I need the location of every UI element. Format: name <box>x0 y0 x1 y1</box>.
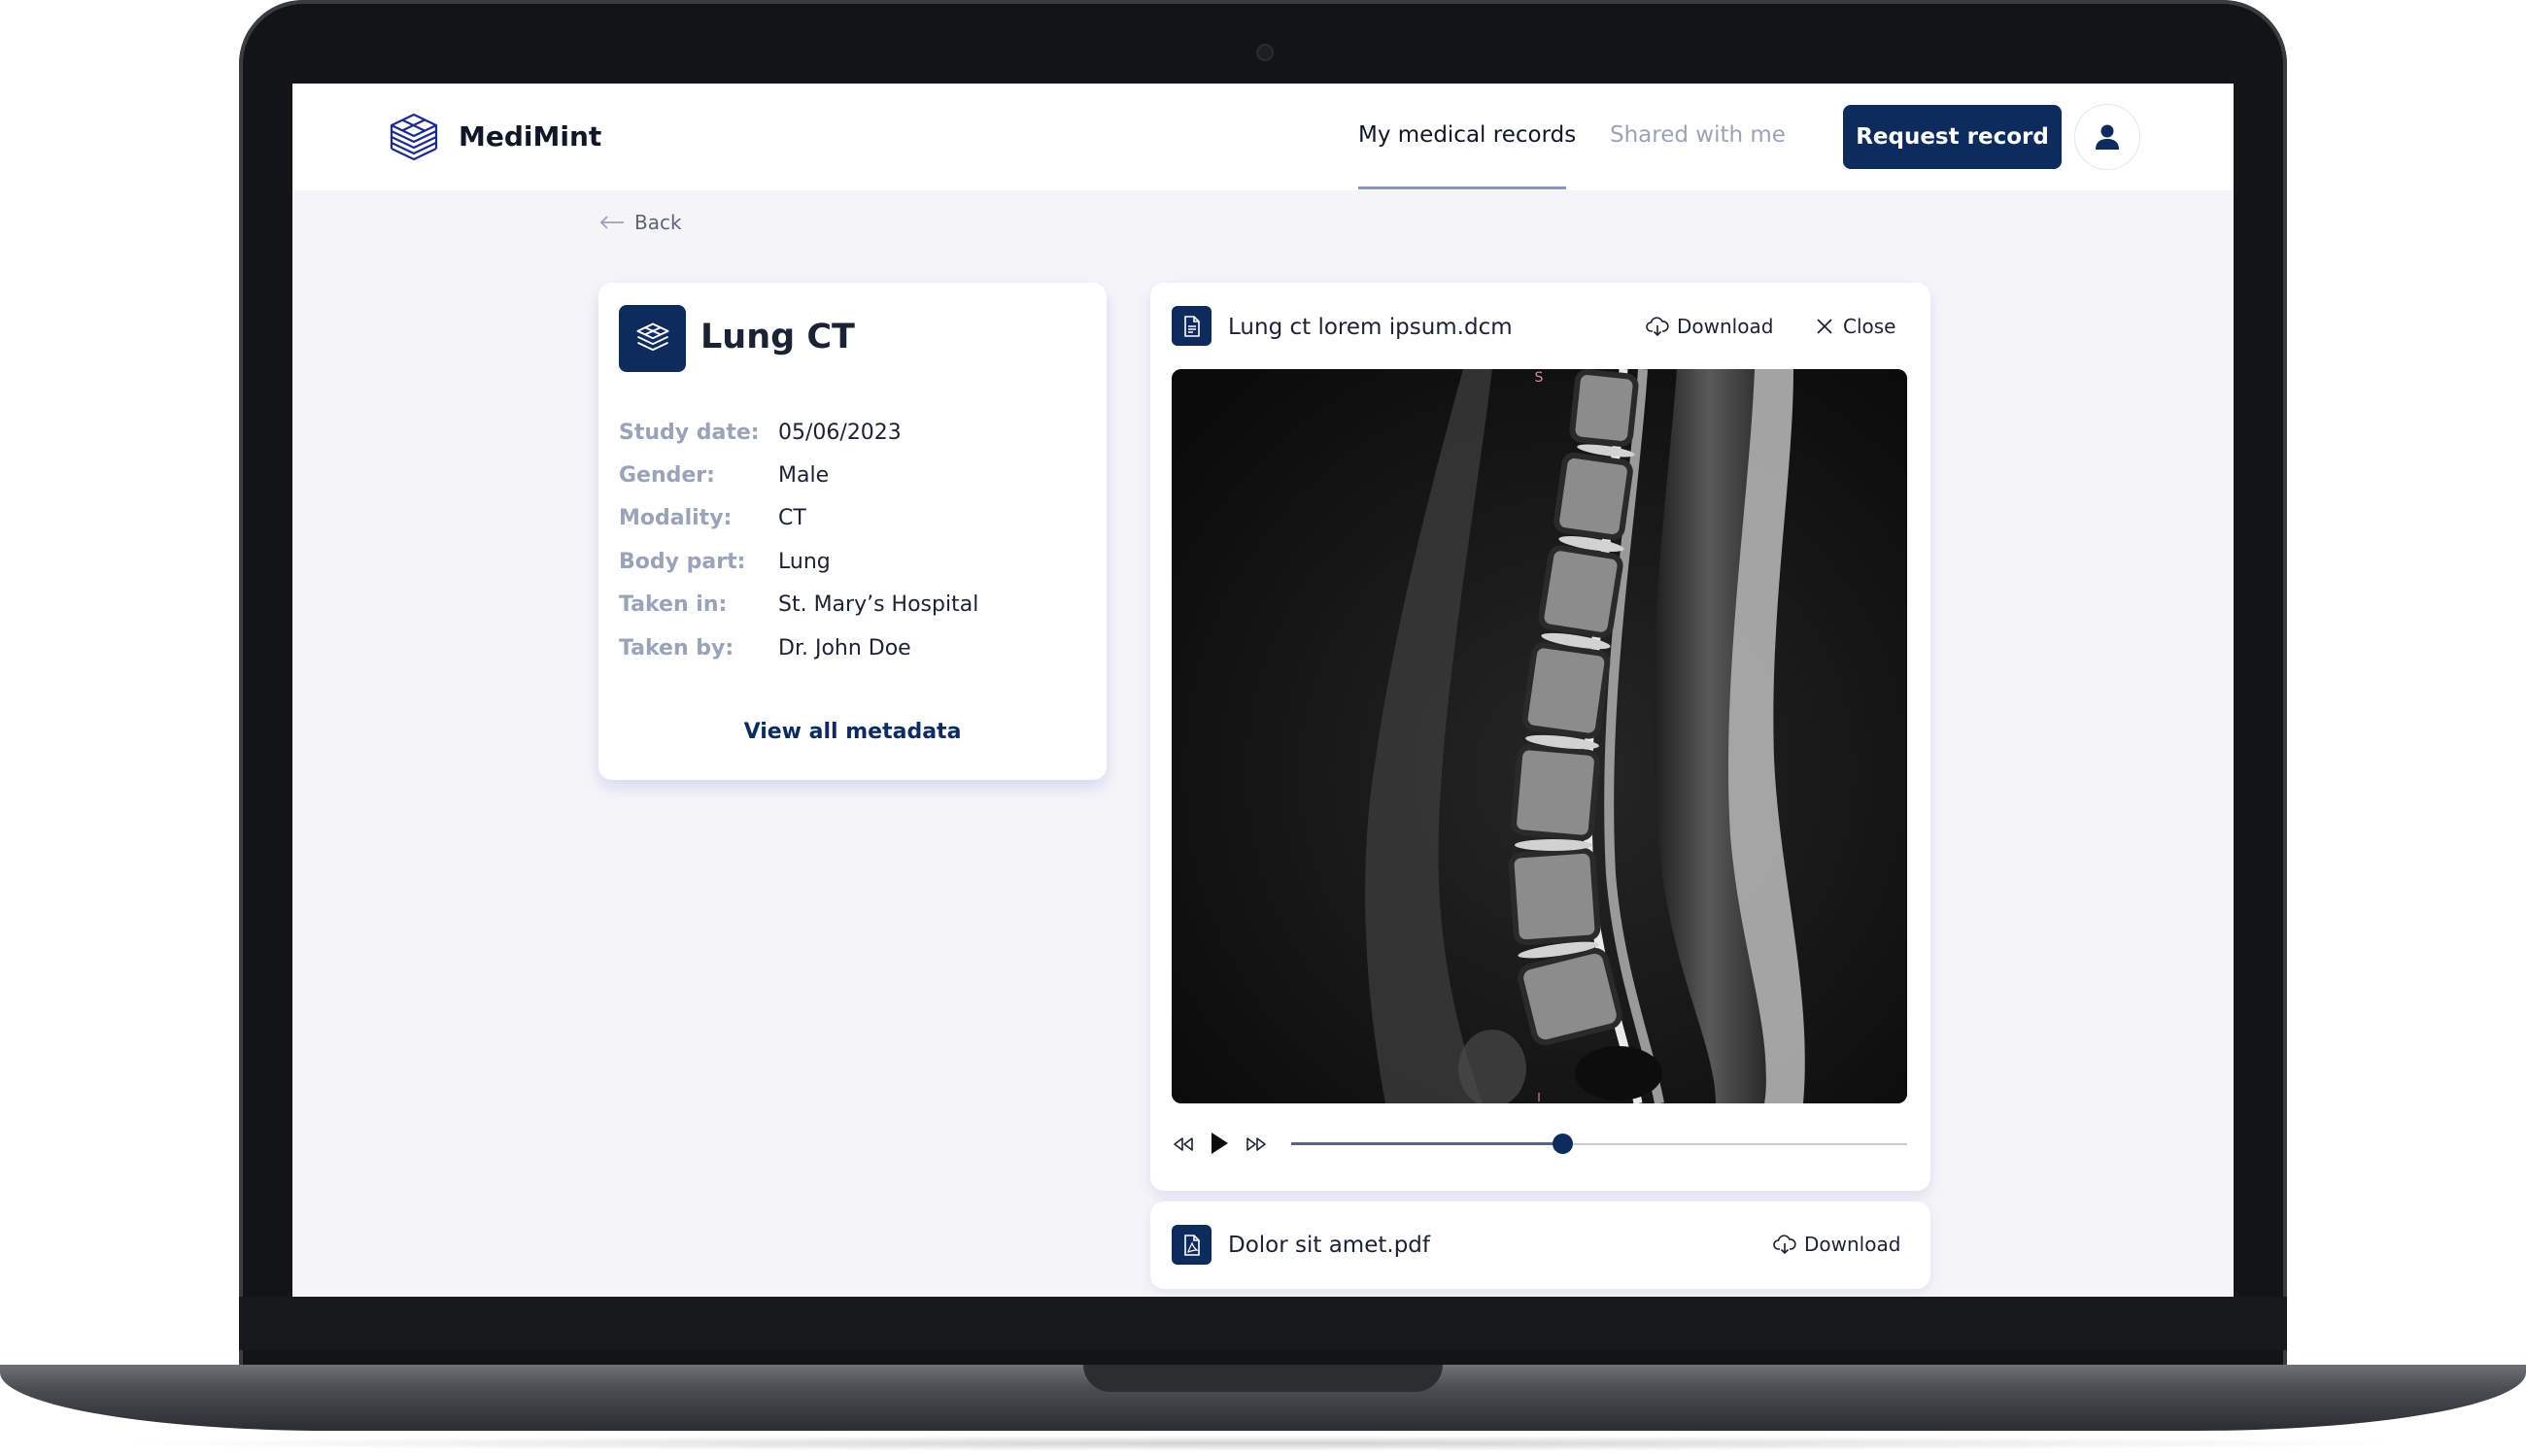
play-icon <box>1212 1133 1228 1154</box>
dicom-image-viewport[interactable]: S I <box>1172 369 1907 1103</box>
meta-row-gender: Gender: Male <box>619 463 829 488</box>
medimint-logo-icon <box>390 113 438 161</box>
close-viewer-button[interactable]: Close <box>1816 315 1895 338</box>
playback-slider-thumb[interactable] <box>1552 1134 1573 1154</box>
tab-my-medical-records[interactable]: My medical records <box>1358 122 1576 148</box>
download-label: Download <box>1677 315 1774 338</box>
tab-shared-with-me[interactable]: Shared with me <box>1610 122 1786 148</box>
orientation-inferior: I <box>1537 1091 1541 1103</box>
cloud-download-icon <box>1646 317 1669 337</box>
fast-forward-icon <box>1246 1137 1266 1151</box>
meta-value: CT <box>778 506 806 530</box>
meta-value: St. Mary’s Hospital <box>778 593 979 617</box>
user-icon <box>2096 124 2119 150</box>
pdf-document-icon <box>1183 1234 1200 1256</box>
fast-forward-button[interactable] <box>1243 1132 1270 1157</box>
pdf-attachment-card: Dolor sit amet.pdf Download <box>1150 1202 1930 1289</box>
document-icon <box>1183 315 1200 337</box>
meta-value: Lung <box>778 550 831 574</box>
brand-name: MediMint <box>459 120 602 152</box>
view-all-metadata-link[interactable]: View all metadata <box>598 720 1107 744</box>
meta-value: Male <box>778 463 830 488</box>
meta-label: Gender: <box>619 463 715 488</box>
request-record-button[interactable]: Request record <box>1843 105 2062 169</box>
playback-progress <box>1291 1142 1562 1145</box>
app-screen: MediMint My medical records Shared with … <box>292 84 2234 1297</box>
meta-label: Taken by: <box>619 636 734 660</box>
download-pdf-button[interactable]: Download <box>1773 1233 1900 1256</box>
orientation-superior: S <box>1535 370 1544 386</box>
pdf-file-icon <box>1172 1225 1212 1265</box>
meta-value: Dr. John Doe <box>778 636 911 660</box>
layers-icon <box>635 322 669 351</box>
rewind-button[interactable] <box>1170 1132 1197 1157</box>
pdf-file-name: Dolor sit amet.pdf <box>1228 1233 1430 1258</box>
meta-label: Body part: <box>619 550 746 574</box>
meta-label: Taken in: <box>619 593 728 617</box>
close-label: Close <box>1843 315 1896 338</box>
meta-label: Modality: <box>619 506 733 530</box>
meta-label: Study date: <box>619 421 760 445</box>
dicom-viewer-card: Lung ct lorem ipsum.dcm Download Close S… <box>1150 283 1930 1191</box>
user-menu-button[interactable] <box>2074 104 2140 170</box>
meta-row-modality: Modality: CT <box>619 506 806 530</box>
arrow-left-icon <box>599 216 624 229</box>
meta-row-study-date: Study date: 05/06/2023 <box>619 421 902 445</box>
record-details-card: Lung CT Study date: 05/06/2023 Gender: Mal… <box>598 283 1107 780</box>
laptop-bezel <box>239 1297 2287 1350</box>
back-link[interactable]: Back <box>599 211 682 234</box>
meta-value: 05/06/2023 <box>778 421 902 445</box>
meta-row-body-part: Body part: Lung <box>619 550 831 574</box>
download-label: Download <box>1804 1233 1901 1256</box>
dcm-file-name: Lung ct lorem ipsum.dcm <box>1228 315 1513 340</box>
meta-row-taken-in: Taken in: St. Mary’s Hospital <box>619 593 978 617</box>
record-title: Lung CT <box>700 318 855 356</box>
download-dcm-button[interactable]: Download <box>1646 315 1773 338</box>
play-button[interactable] <box>1205 1129 1234 1158</box>
laptop-shadow <box>107 1436 2419 1451</box>
laptop-notch <box>1083 1365 1443 1392</box>
top-header: MediMint My medical records Shared with … <box>292 84 2234 190</box>
close-icon <box>1817 319 1832 334</box>
rewind-icon <box>1174 1137 1193 1151</box>
dcm-file-icon <box>1172 306 1212 346</box>
back-label: Back <box>634 211 682 234</box>
meta-row-taken-by: Taken by: Dr. John Doe <box>619 636 911 660</box>
cloud-download-icon <box>1773 1235 1796 1255</box>
spine-mri-image: S I <box>1172 369 1907 1103</box>
record-type-icon <box>619 305 686 372</box>
active-tab-indicator <box>1358 186 1566 189</box>
webcam <box>1256 44 1274 61</box>
